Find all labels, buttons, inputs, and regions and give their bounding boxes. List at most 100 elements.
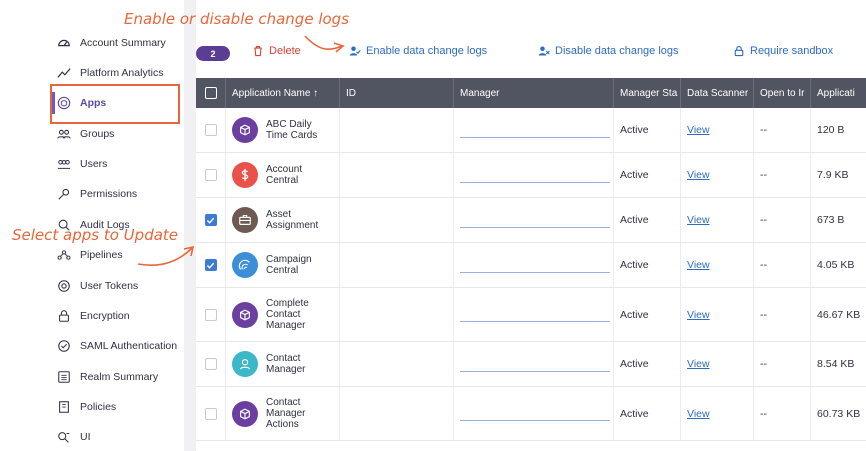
manager-cell [454,387,614,440]
view-link[interactable]: View [687,259,710,271]
table-row[interactable]: Campaign Central Active View -- 4.05 KB [196,243,866,288]
column-header-application-name[interactable]: Application Name ↑ [226,78,340,108]
require-sandbox-button[interactable]: Require sandbox [733,45,833,57]
sidebar-item-user-tokens[interactable]: User Tokens [56,274,138,298]
sidebar-item-label: Users [80,158,108,170]
sidebar-item-label: Policies [80,401,117,413]
table-row[interactable]: Asset Assignment Active View -- 673 B [196,198,866,243]
table-row[interactable]: Account Central Active View -- 7.9 KB [196,153,866,198]
column-header-application-size[interactable]: Applicati [811,78,866,108]
redacted-manager [460,420,610,421]
select-all-cell [196,78,226,108]
sandbox-label: Require sandbox [750,45,834,57]
app-name[interactable]: Contact Manager [266,353,332,375]
table-row[interactable]: Complete Contact Manager Active View -- … [196,288,866,342]
redacted-manager [460,271,610,273]
column-header-data-scanner[interactable]: Data Scanner [681,78,754,108]
data-scanner-cell: View [681,342,754,386]
row-checkbox[interactable] [204,407,217,420]
app-name-cell: Contact Manager [226,342,340,386]
sidebar-item-label: Permissions [80,188,138,200]
app-name[interactable]: Asset Assignment [266,209,332,231]
manager-status-cell: Active [614,342,681,386]
column-header-open-to[interactable]: Open to Ir [754,78,811,108]
column-header-manager-status[interactable]: Manager Sta [614,78,681,108]
enable-data-change-logs-button[interactable]: Enable data change logs [349,45,487,57]
ui-icon [56,429,72,445]
column-header-id[interactable]: ID [340,78,454,108]
row-checkbox[interactable] [204,308,217,321]
policies-icon [56,399,72,415]
annotation-select-apps: Select apps to Update [12,226,179,244]
trash-icon [254,45,262,57]
view-link[interactable]: View [687,124,710,136]
pipelines-icon [56,247,72,263]
data-scanner-cell: View [681,108,754,152]
app-name[interactable]: Campaign Central [266,254,332,276]
sidebar-item-label: Pipelines [80,249,123,261]
manager-cell [454,243,614,287]
chart-line-icon [56,65,72,81]
delete-label: Delete [269,45,301,57]
sidebar-item-realm-summary[interactable]: Realm Summary [56,365,158,389]
cube-icon [232,301,258,328]
app-name[interactable]: Complete Contact Manager [266,298,332,331]
open-to-cell: -- [754,243,811,287]
sidebar-item-account-summary[interactable]: Account Summary [56,31,166,55]
open-to-cell: -- [754,387,811,440]
row-checkbox[interactable] [204,169,217,181]
delete-button[interactable]: Delete [252,45,301,57]
app-name[interactable]: ABC Daily Time Cards [266,119,332,141]
table-row[interactable]: ABC Daily Time Cards Active View -- 120 … [196,108,866,153]
realm-icon [56,369,72,385]
disable-data-change-logs-button[interactable]: Disable data change logs [538,45,679,57]
disable-label: Disable data change logs [555,45,679,57]
row-checkbox[interactable] [204,214,217,226]
sidebar-item-encryption[interactable]: Encryption [56,304,130,328]
sidebar-item-policies[interactable]: Policies [56,395,116,419]
redacted-manager [460,370,610,372]
row-checkbox[interactable] [204,358,217,370]
view-link[interactable]: View [687,214,710,226]
row-select-cell [196,153,226,197]
view-link[interactable]: View [687,309,710,321]
manager-cell [454,342,614,386]
sidebar-item-label: Account Summary [80,37,166,49]
app-id-cell [340,198,454,242]
view-link[interactable]: View [687,169,710,181]
select-all-checkbox[interactable] [204,87,217,99]
data-scanner-cell: View [681,288,754,341]
app-size-cell: 46.67 KB [817,308,861,321]
app-name[interactable]: Contact Manager Actions [266,397,332,430]
row-checkbox[interactable] [204,124,217,136]
app-size-cell: 60.73 KB [817,407,861,420]
sidebar-item-label: SAML Authentication [80,340,178,352]
person-icon [232,351,258,377]
row-checkbox[interactable] [204,259,217,271]
sidebar-item-saml-authentication[interactable]: SAML Authentication [56,334,177,358]
app-name[interactable]: Account Central [266,164,332,186]
app-id-cell [340,108,454,152]
table-row[interactable]: Contact Manager Actions Active View -- 6… [196,387,866,441]
redacted-manager [460,181,610,183]
manager-status-cell: Active [614,288,681,341]
app-name-cell: Asset Assignment [226,198,340,242]
table-row[interactable]: Contact Manager Active View -- 8.54 KB [196,342,866,387]
sidebar-item-pipelines[interactable]: Pipelines [56,243,123,267]
manager-status-cell: Active [614,108,681,152]
column-header-manager[interactable]: Manager [454,78,614,108]
sidebar-item-ui[interactable]: UI [56,425,91,449]
manager-status-cell: Active [614,153,681,197]
view-link[interactable]: View [687,358,710,370]
sidebar-item-platform-analytics[interactable]: Platform Analytics [56,61,163,85]
view-link[interactable]: View [687,408,710,420]
lock-icon [56,308,72,324]
row-select-cell [196,198,226,242]
sidebar-gutter [184,0,196,451]
sidebar-item-label: UI [80,431,91,443]
sidebar-item-users[interactable]: Users [56,152,107,176]
sidebar-item-permissions[interactable]: Permissions [56,182,137,206]
sidebar-item-groups[interactable]: Groups [56,122,114,146]
user-x-icon [538,46,550,56]
check-icon [206,262,215,269]
